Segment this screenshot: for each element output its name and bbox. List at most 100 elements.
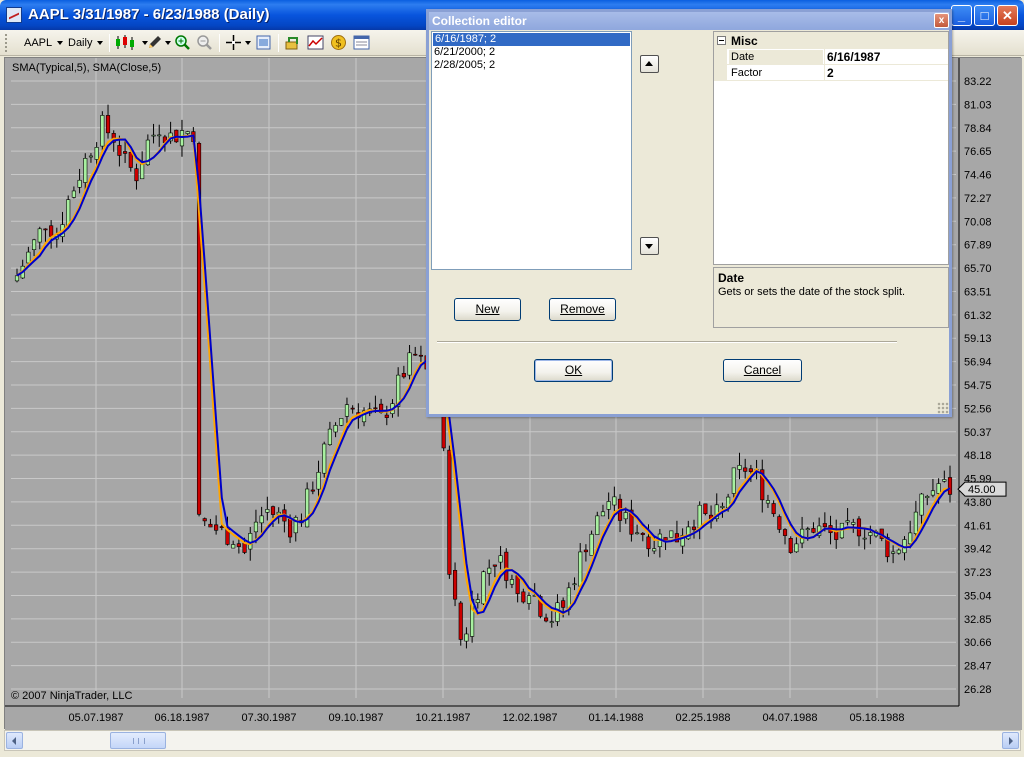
horizontal-scrollbar[interactable] [4,730,1021,751]
candle [606,501,611,510]
copyright-text: © 2007 NinjaTrader, LLC [11,690,133,702]
candle [128,151,133,168]
remove-button[interactable]: Remove [549,298,616,321]
property-category[interactable]: Misc [714,32,948,49]
candle [242,542,247,553]
candle [623,512,628,520]
candle [140,163,145,180]
close-button[interactable]: ✕ [997,5,1018,26]
new-button[interactable]: New [454,298,521,321]
property-value-date[interactable]: 6/16/1987 [827,50,880,64]
candle [208,523,213,528]
candle [134,168,139,182]
money-icon[interactable]: $ [330,34,347,51]
candle [447,449,452,575]
y-tick-label: 54.75 [964,380,992,392]
candle [942,479,947,482]
candle [504,551,509,581]
candle [83,158,88,183]
candle [612,496,617,506]
candle [509,579,515,585]
candle [123,151,128,154]
instrument-selector[interactable]: AAPL [24,34,64,52]
dialog-title-bar[interactable]: Collection editor x [429,12,949,30]
candle [578,551,583,587]
candle [339,418,344,426]
candle [413,353,418,356]
properties-icon[interactable] [255,34,272,51]
property-divider[interactable] [824,49,825,65]
list-item[interactable]: 6/21/2000; 2 [432,46,631,59]
svg-text:$: $ [335,37,342,50]
list-item[interactable]: 6/16/1987; 2 [433,33,630,46]
property-row-factor[interactable]: Factor 2 [714,65,948,81]
property-gutter [714,65,727,81]
y-tick-label: 63.51 [964,286,992,298]
property-grid[interactable]: Misc Date 6/16/1987 Factor 2 [713,31,949,265]
candle [401,373,406,378]
toolbar-grip[interactable] [5,34,8,52]
ok-button[interactable]: OK [534,359,613,382]
x-tick-label: 01.14.1988 [588,712,643,724]
property-value-factor[interactable]: 2 [827,66,834,80]
candle [236,543,241,547]
move-down-button[interactable] [640,237,659,255]
candlestick-icon[interactable] [114,34,138,51]
cancel-button[interactable]: Cancel [723,359,802,382]
strategy-icon[interactable] [284,34,301,51]
chevron-down-icon [165,41,171,46]
zoom-in-icon[interactable] [174,34,191,51]
y-tick-label: 67.89 [964,240,992,252]
candle [202,518,207,522]
split-list[interactable]: 6/16/1987; 2 6/21/2000; 2 2/28/2005; 2 [431,31,632,270]
candle [185,131,190,134]
x-tick-label: 12.02.1987 [502,712,557,724]
y-tick-label: 72.27 [964,193,992,205]
x-tick-label: 02.25.1988 [675,712,730,724]
scroll-left-button[interactable] [6,732,23,749]
property-divider[interactable] [824,65,825,81]
candle [720,506,725,508]
candle [913,511,918,535]
resize-grip[interactable] [937,402,949,414]
scroll-right-button[interactable] [1002,732,1019,749]
candle [544,617,549,622]
zoom-out-icon[interactable] [196,34,213,51]
candle [526,595,532,604]
y-tick-label: 50.37 [964,427,992,439]
candle [26,251,31,264]
collapse-icon[interactable] [717,36,726,45]
x-tick-label: 05.18.1988 [849,712,904,724]
drawing-tools-dropdown[interactable] [160,34,171,52]
candle [100,115,105,147]
list-item[interactable]: 2/28/2005; 2 [432,59,631,72]
minimize-button[interactable]: _ [951,5,972,26]
maximize-button[interactable]: □ [974,5,995,26]
indicator-icon[interactable] [307,34,324,51]
candle [737,465,742,470]
candle [822,523,827,528]
move-up-button[interactable] [640,55,659,73]
indicator-label: SMA(Typical,5), SMA(Close,5) [12,62,162,74]
y-tick-label: 26.28 [964,684,992,696]
period-selector[interactable]: Daily [68,34,104,52]
scroll-thumb[interactable] [110,732,166,749]
candle [862,537,867,540]
x-tick-label: 04.07.1988 [762,712,817,724]
collection-editor-dialog: Collection editor x 6/16/1987; 2 6/21/20… [426,9,952,417]
category-label: Misc [731,34,758,48]
candle [646,536,651,550]
candle [452,570,458,600]
candle [697,504,702,529]
property-row-date[interactable]: Date 6/16/1987 [714,49,948,65]
candle [583,549,588,553]
y-tick-label: 76.65 [964,146,992,158]
candle [219,526,224,528]
candle [265,509,270,513]
dialog-close-button[interactable]: x [934,13,949,28]
candle [322,443,327,474]
candle [407,352,412,376]
property-name: Factor [731,67,763,79]
crosshair-dropdown[interactable] [240,34,251,52]
data-box-icon[interactable] [353,34,370,51]
